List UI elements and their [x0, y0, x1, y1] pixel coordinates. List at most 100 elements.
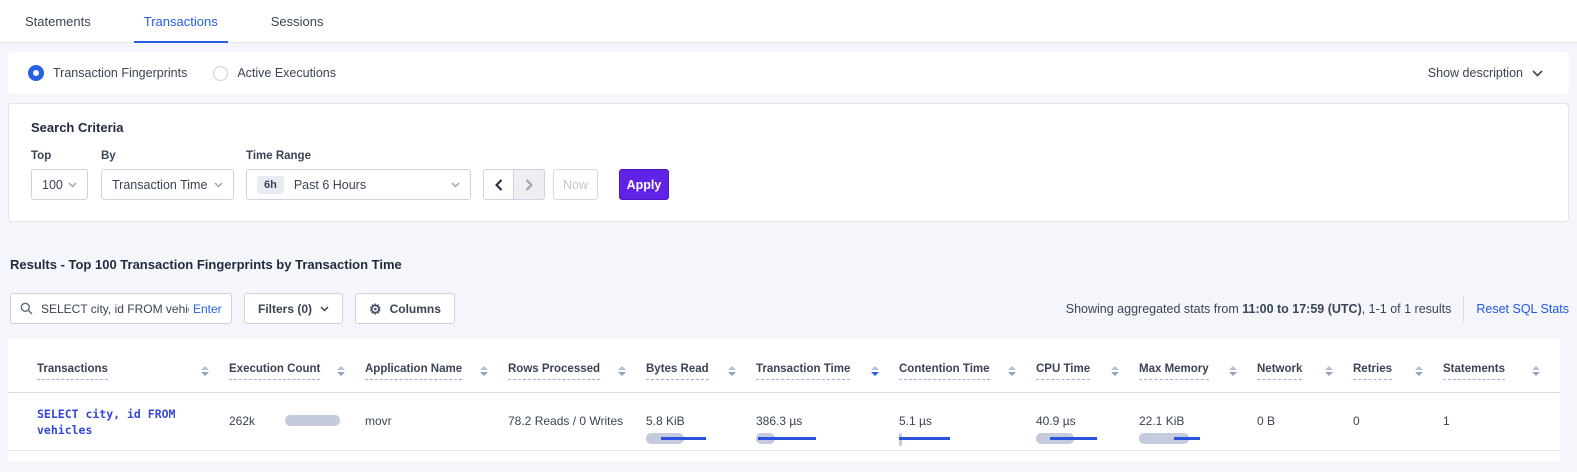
chevron-down-icon [214, 182, 223, 188]
chevron-left-icon [495, 179, 503, 191]
column-header-label: Bytes Read [646, 363, 709, 380]
max-memory-cell: 22.1 KiB [1139, 392, 1257, 450]
apply-button[interactable]: Apply [619, 169, 669, 200]
chevron-right-icon [525, 179, 533, 191]
time-range-badge: 6h [257, 176, 284, 194]
column-header-execution-count[interactable]: Execution Count [229, 339, 365, 392]
column-header-label: CPU Time [1036, 363, 1090, 380]
time-range-select[interactable]: 6h Past 6 Hours [246, 169, 471, 200]
radio-transaction-fingerprints-label: Transaction Fingerprints [53, 66, 187, 80]
sort-icon[interactable] [480, 366, 488, 376]
by-select[interactable]: Transaction Time [101, 169, 234, 200]
column-header-label: Execution Count [229, 363, 320, 380]
aggregated-stats-text: Showing aggregated stats from 11:00 to 1… [1066, 302, 1452, 316]
cpu-time-bargraph [1036, 433, 1108, 446]
table-header-row: Transactions Execution Count Application… [8, 339, 1560, 392]
results-toolbar: SELECT city, id FROM vehicles W Enter Fi… [10, 293, 1569, 324]
stats-prefix: Showing aggregated stats from [1066, 302, 1243, 316]
transactions-table-panel: Transactions Execution Count Application… [8, 339, 1560, 461]
filters-button-label: Filters (0) [258, 302, 312, 316]
top-select[interactable]: 100 [31, 169, 88, 200]
results-heading: Results - Top 100 Transaction Fingerprin… [10, 257, 1577, 272]
tab-transactions[interactable]: Transactions [134, 0, 228, 42]
search-input[interactable]: SELECT city, id FROM vehicles W Enter [10, 293, 232, 324]
column-header-contention-time[interactable]: Contention Time [899, 339, 1036, 392]
contention-time-value: 5.1 µs [899, 414, 932, 428]
sort-icon[interactable] [1325, 366, 1333, 376]
column-header-label: Contention Time [899, 363, 990, 380]
column-header-label: Rows Processed [508, 363, 600, 380]
by-field: By Transaction Time [101, 150, 246, 200]
cpu-time-value: 40.9 µs [1036, 414, 1076, 428]
column-header-transaction-time[interactable]: Transaction Time [756, 339, 899, 392]
column-header-statements[interactable]: Statements [1443, 339, 1560, 392]
search-enter-button[interactable]: Enter [193, 302, 222, 316]
transaction-fingerprint-link[interactable]: SELECT city, id FROM vehicles [37, 406, 207, 438]
tab-statements[interactable]: Statements [15, 0, 101, 42]
rows-processed-cell: 78.2 Reads / 0 Writes [508, 392, 646, 450]
stats-suffix: , 1-1 of 1 results [1362, 302, 1452, 316]
column-header-max-memory[interactable]: Max Memory [1139, 339, 1257, 392]
column-header-label: Transaction Time [756, 363, 850, 380]
time-range-field: Time Range 6h Past 6 Hours [246, 150, 483, 200]
column-header-label: Transactions [37, 363, 108, 380]
time-range-value-wrap: 6h Past 6 Hours [257, 176, 366, 194]
top-field: Top 100 [31, 150, 101, 200]
columns-button[interactable]: ⚙ Columns [355, 293, 455, 324]
by-label: By [101, 150, 246, 162]
filters-button[interactable]: Filters (0) [244, 293, 343, 324]
sort-icon[interactable] [1229, 366, 1237, 376]
columns-button-label: Columns [390, 302, 441, 316]
sort-icon[interactable] [728, 366, 736, 376]
column-header-label: Max Memory [1139, 363, 1209, 380]
gear-icon: ⚙ [369, 302, 382, 316]
sort-icon[interactable] [1415, 366, 1423, 376]
transaction-time-cell: 386.3 µs [756, 392, 899, 450]
toolbar-right: Showing aggregated stats from 11:00 to 1… [1066, 295, 1569, 322]
column-header-transactions[interactable]: Transactions [8, 339, 229, 392]
next-window-button[interactable] [514, 169, 545, 200]
show-description-toggle[interactable]: Show description [1428, 66, 1543, 80]
sql-activity-page: Statements Transactions Sessions Transac… [0, 0, 1577, 472]
previous-window-button[interactable] [483, 169, 514, 200]
sort-icon[interactable] [1008, 366, 1016, 376]
now-button[interactable]: Now [553, 169, 598, 200]
chevron-down-icon [320, 306, 329, 312]
bytes-read-cell: 5.8 KiB [646, 392, 756, 450]
radio-selected-icon[interactable] [28, 65, 44, 81]
tab-statements-label: Statements [25, 14, 91, 29]
transaction-time-value: 386.3 µs [756, 414, 802, 428]
radio-unselected-icon[interactable] [213, 66, 228, 81]
now-button-label: Now [563, 178, 588, 192]
search-input-value: SELECT city, id FROM vehicles W [41, 302, 189, 316]
stats-time-range: 11:00 to 17:59 (UTC) [1242, 302, 1361, 316]
sort-icon[interactable] [1532, 366, 1540, 376]
tab-sessions[interactable]: Sessions [261, 0, 334, 42]
radio-transaction-fingerprints[interactable]: Transaction Fingerprints [28, 65, 187, 81]
column-header-rows-processed[interactable]: Rows Processed [508, 339, 646, 392]
sort-icon[interactable] [618, 366, 626, 376]
sort-icon[interactable] [201, 366, 209, 376]
reset-sql-stats-link[interactable]: Reset SQL Stats [1476, 302, 1569, 316]
column-header-network[interactable]: Network [1257, 339, 1353, 392]
column-header-retries[interactable]: Retries [1353, 339, 1443, 392]
radio-active-executions[interactable]: Active Executions [213, 66, 336, 81]
sort-icon[interactable] [337, 366, 345, 376]
chevron-down-icon [1532, 70, 1543, 77]
search-criteria-title: Search Criteria [31, 120, 1546, 135]
bytes-read-bargraph [646, 433, 718, 446]
sort-icon[interactable] [1111, 366, 1119, 376]
time-range-label: Time Range [246, 150, 483, 162]
column-header-bytes-read[interactable]: Bytes Read [646, 339, 756, 392]
tabs-bar: Statements Transactions Sessions [0, 0, 1577, 43]
bytes-read-value: 5.8 KiB [646, 414, 685, 428]
sort-desc-icon[interactable] [871, 366, 879, 376]
column-header-cpu-time[interactable]: CPU Time [1036, 339, 1139, 392]
column-header-application-name[interactable]: Application Name [365, 339, 508, 392]
column-header-label: Retries [1353, 363, 1392, 380]
application-name-cell: movr [365, 392, 508, 450]
vertical-divider [1463, 295, 1464, 322]
contention-time-cell: 5.1 µs [899, 392, 1036, 450]
execution-count-value: 262k [229, 414, 255, 428]
apply-button-label: Apply [627, 178, 662, 192]
